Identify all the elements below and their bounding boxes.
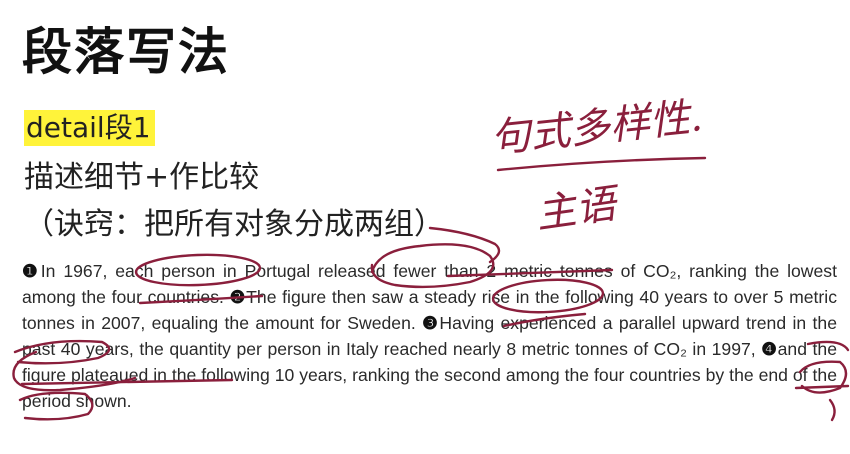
sentence-2-number: ❷ bbox=[229, 287, 247, 307]
page-title: 段落写法 bbox=[22, 23, 230, 81]
handwritten-note-sentence-variety: 句式多样性. bbox=[488, 94, 704, 162]
subtitle: 描述细节+作比较 bbox=[24, 160, 260, 195]
trick-note: （诀窍：把所有对象分成两组） bbox=[24, 207, 444, 242]
handwritten-note-subject: 主语 bbox=[533, 181, 624, 238]
note-underline bbox=[496, 156, 707, 172]
sentence-1-number: ❶ bbox=[22, 261, 41, 281]
sample-paragraph: ❶In 1967, each person in Portugal releas… bbox=[22, 258, 837, 414]
sentence-3-number: ❸ bbox=[422, 313, 440, 333]
section-tag: detail段1 bbox=[24, 110, 155, 146]
sentence-4-number: ❹ bbox=[761, 339, 778, 359]
